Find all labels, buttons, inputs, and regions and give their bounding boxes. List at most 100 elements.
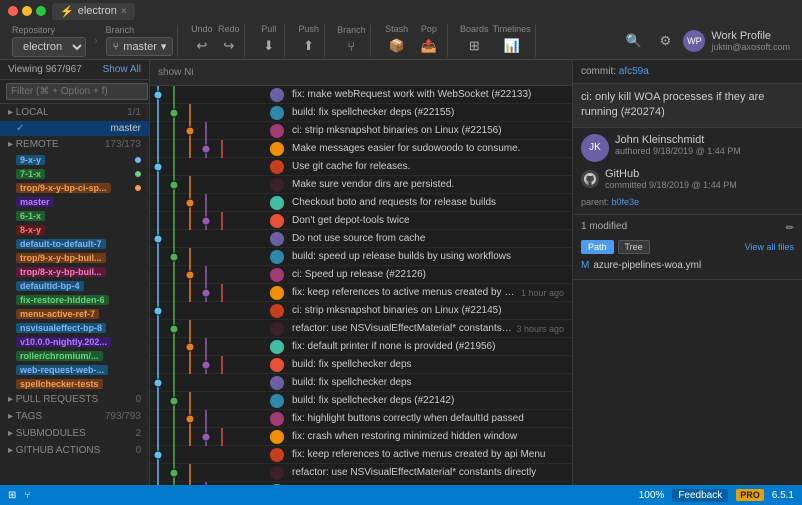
commit-row[interactable]: fix: default printer if none is provided… bbox=[150, 338, 572, 356]
section-tags[interactable]: ▸ TAGS 793/793 bbox=[0, 408, 149, 425]
commit-row[interactable]: fix: crash when restoring minimized hidd… bbox=[150, 428, 572, 446]
section-github-actions[interactable]: ▸ GITHUB ACTIONS 0 bbox=[0, 442, 149, 459]
show-all-button[interactable]: Show All bbox=[103, 64, 141, 75]
maximize-button[interactable] bbox=[36, 6, 46, 16]
sidebar-branch-item[interactable]: web-request-web-... bbox=[0, 363, 149, 377]
branch-label: trop/9-x-y-bp-ci-sp... bbox=[16, 183, 111, 193]
push-button[interactable]: ⬆ bbox=[297, 35, 320, 57]
path-view-button[interactable]: Path bbox=[581, 240, 614, 254]
sidebar-branch-item[interactable]: roller/chromium/... bbox=[0, 349, 149, 363]
commit-row[interactable]: fix: keep references to active menus cre… bbox=[150, 284, 572, 302]
viewing-count: Viewing 967/967 bbox=[8, 64, 82, 75]
sidebar-branch-item[interactable]: trop/8-x-y-bp-buil... bbox=[0, 265, 149, 279]
commit-row[interactable]: build: fix spellchecker deps bbox=[150, 374, 572, 392]
minimize-button[interactable] bbox=[22, 6, 32, 16]
redo-button[interactable]: ↪ bbox=[217, 35, 240, 57]
branch-action-section: Branch ⑂ bbox=[333, 25, 371, 57]
commit-author-avatar bbox=[270, 412, 284, 426]
pop-button[interactable]: 📤 bbox=[415, 35, 443, 57]
view-all-link[interactable]: View all files bbox=[745, 242, 794, 252]
feedback-button[interactable]: Feedback bbox=[672, 489, 728, 502]
commit-message: Don't get depot-tools twice bbox=[288, 215, 568, 226]
commit-row[interactable]: fix: keep references to active menus cre… bbox=[150, 446, 572, 464]
commit-row[interactable]: Don't get depot-tools twice bbox=[150, 212, 572, 230]
sidebar-branch-item[interactable]: defaultid-bp-4 bbox=[0, 279, 149, 293]
commit-row[interactable]: ci: strip mksnapshot binaries on Linux (… bbox=[150, 122, 572, 140]
sidebar-branch-item[interactable]: trop/9-x-y-bp-ci-sp... bbox=[0, 181, 149, 195]
tab-close-icon[interactable]: × bbox=[121, 6, 127, 17]
undo-redo-section: Undo ↩ Redo ↪ bbox=[186, 24, 245, 57]
github-row: GitHub committed 9/18/2019 @ 1:44 PM bbox=[581, 168, 794, 190]
commit-row[interactable]: Make messages easier for sudowoodo to co… bbox=[150, 140, 572, 158]
commit-row[interactable]: Make sure vendor dirs are persisted. bbox=[150, 176, 572, 194]
commit-row[interactable]: refactor: use NSVisualEffectMaterial* co… bbox=[150, 464, 572, 482]
undo-button[interactable]: ↩ bbox=[190, 35, 213, 57]
commit-row[interactable]: fix: make webRequest work with WebSocket… bbox=[150, 86, 572, 104]
sidebar-branch-item[interactable]: spellchecker-tests bbox=[0, 377, 149, 391]
section-local[interactable]: ▸ LOCAL 1/1 bbox=[0, 104, 149, 121]
graph-lane bbox=[150, 230, 270, 248]
branch-label: fix-restore-hidden-6 bbox=[16, 295, 109, 305]
sidebar-branch-item[interactable]: menu-active-ref-7 bbox=[0, 307, 149, 321]
commit-row[interactable]: Do not use source from cache bbox=[150, 230, 572, 248]
sidebar-branch-item[interactable]: 9-x-y bbox=[0, 153, 149, 167]
sidebar-branch-item[interactable]: trop/9-x-y-bp-buil... bbox=[0, 251, 149, 265]
sidebar-branch-item[interactable]: nsvisualeffect-bp-8 bbox=[0, 321, 149, 335]
tree-view-button[interactable]: Tree bbox=[618, 240, 650, 254]
branch-selector[interactable]: ⑂ master ▾ bbox=[106, 37, 174, 56]
commit-row[interactable]: build: fix spellchecker deps (#22142) bbox=[150, 392, 572, 410]
push-label: Push bbox=[298, 24, 319, 34]
boards-button[interactable]: ⊞ bbox=[463, 35, 486, 57]
github-icon bbox=[581, 170, 599, 188]
file-item[interactable]: M azure-pipelines-woa.yml bbox=[581, 258, 794, 273]
push-section: Push ⬆ bbox=[293, 24, 325, 57]
search-button[interactable]: 🔍 bbox=[619, 30, 647, 52]
status-bar: ⊞ ⑂ 100% Feedback PRO 6.5.1 bbox=[0, 485, 802, 505]
graph-lane bbox=[150, 338, 270, 356]
branch-dropdown-icon: ▾ bbox=[161, 40, 167, 53]
commit-time: 3 hours ago bbox=[516, 324, 568, 334]
filter-input[interactable] bbox=[6, 83, 148, 100]
parent-hash-link[interactable]: b0fe3e bbox=[612, 197, 640, 207]
sidebar-branch-item[interactable]: 7-1-x bbox=[0, 167, 149, 181]
commit-message: build: fix spellchecker deps (#22142) bbox=[288, 395, 568, 406]
app-tab[interactable]: ⚡ electron × bbox=[52, 3, 135, 20]
commit-row[interactable]: fix: highlight buttons correctly when de… bbox=[150, 410, 572, 428]
commit-row[interactable]: ci: Speed up release (#22126) bbox=[150, 266, 572, 284]
sidebar-branch-item[interactable]: default-to-default-7 bbox=[0, 237, 149, 251]
commit-row[interactable]: build: fix spellchecker deps (#22155) bbox=[150, 104, 572, 122]
commit-row[interactable]: ci: strip mksnapshot binaries on Linux (… bbox=[150, 302, 572, 320]
checkmark-icon: ✓ bbox=[16, 123, 24, 134]
commit-message: refactor: use NSVisualEffectMaterial* co… bbox=[288, 467, 568, 478]
section-pull-requests[interactable]: ▸ PULL REQUESTS 0 bbox=[0, 391, 149, 408]
pull-button[interactable]: ⬇ bbox=[257, 35, 280, 57]
commit-author-avatar bbox=[270, 124, 284, 138]
timelines-button[interactable]: 📊 bbox=[498, 35, 526, 57]
commit-message: fix: keep references to active menus cre… bbox=[288, 287, 521, 298]
commit-row[interactable]: Use git cache for releases. bbox=[150, 158, 572, 176]
commit-row[interactable]: refactor: use NSVisualEffectMaterial* co… bbox=[150, 320, 572, 338]
sidebar-branch-item[interactable]: fix-restore-hidden-6 bbox=[0, 293, 149, 307]
sidebar-branch-item[interactable]: 8-x-y bbox=[0, 223, 149, 237]
section-remote[interactable]: ▸ REMOTE 173/173 bbox=[0, 136, 149, 153]
commit-message: fix: make webRequest work with WebSocket… bbox=[288, 89, 568, 100]
close-button[interactable] bbox=[8, 6, 18, 16]
sidebar-branch-item[interactable]: 6-1-x bbox=[0, 209, 149, 223]
sidebar-branch-item[interactable]: master bbox=[0, 195, 149, 209]
graph-content[interactable]: fix: make webRequest work with WebSocket… bbox=[150, 86, 572, 485]
commit-row[interactable]: Checkout boto and requests for release b… bbox=[150, 194, 572, 212]
stash-button[interactable]: 📦 bbox=[383, 35, 411, 57]
commit-row[interactable]: build: speed up release builds by using … bbox=[150, 248, 572, 266]
branch-dot bbox=[135, 185, 141, 191]
branch-item-master[interactable]: ✓ master bbox=[0, 121, 149, 136]
settings-button[interactable]: ⚙ bbox=[654, 30, 678, 52]
branch-action-button[interactable]: ⑂ bbox=[341, 36, 361, 57]
section-submodules[interactable]: ▸ SUBMODULES 2 bbox=[0, 425, 149, 442]
repository-selector[interactable]: electron bbox=[12, 37, 86, 57]
sidebar-branch-item[interactable]: v10.0.0-nightly.202... bbox=[0, 335, 149, 349]
graph-lane bbox=[150, 104, 270, 122]
user-email: juktin@axosoft.com bbox=[711, 42, 790, 52]
version-label: 6.5.1 bbox=[772, 490, 794, 501]
commit-message: Make sure vendor dirs are persisted. bbox=[288, 179, 568, 190]
commit-row[interactable]: build: fix spellchecker deps bbox=[150, 356, 572, 374]
